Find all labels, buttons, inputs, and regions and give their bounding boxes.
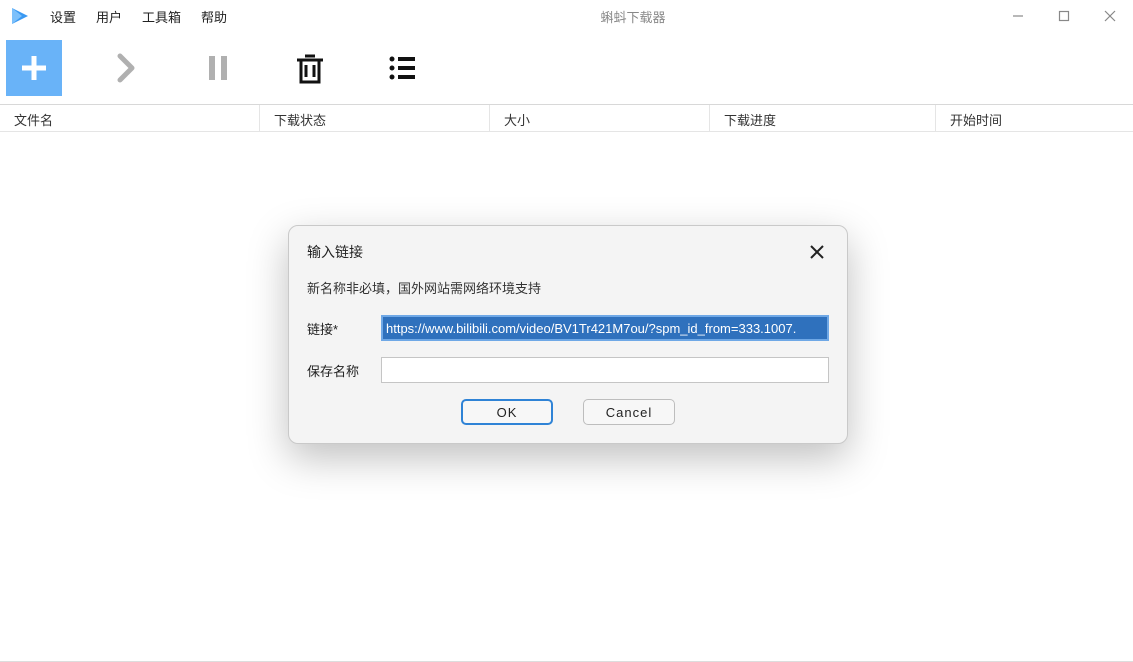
ok-button[interactable]: OK bbox=[461, 399, 553, 425]
close-icon bbox=[809, 244, 825, 260]
name-input[interactable] bbox=[381, 357, 829, 383]
link-label: 链接* bbox=[307, 319, 367, 338]
cancel-button[interactable]: Cancel bbox=[583, 399, 675, 425]
input-link-dialog: 输入链接 新名称非必填，国外网站需网络环境支持 链接* 保存名称 OK Canc… bbox=[288, 225, 848, 444]
dialog-title: 输入链接 bbox=[307, 242, 363, 262]
link-input[interactable] bbox=[381, 315, 829, 341]
dialog-hint: 新名称非必填，国外网站需网络环境支持 bbox=[307, 278, 829, 297]
dialog-close-button[interactable] bbox=[805, 240, 829, 264]
name-label: 保存名称 bbox=[307, 361, 367, 380]
modal-backdrop: 输入链接 新名称非必填，国外网站需网络环境支持 链接* 保存名称 OK Canc… bbox=[0, 0, 1133, 662]
